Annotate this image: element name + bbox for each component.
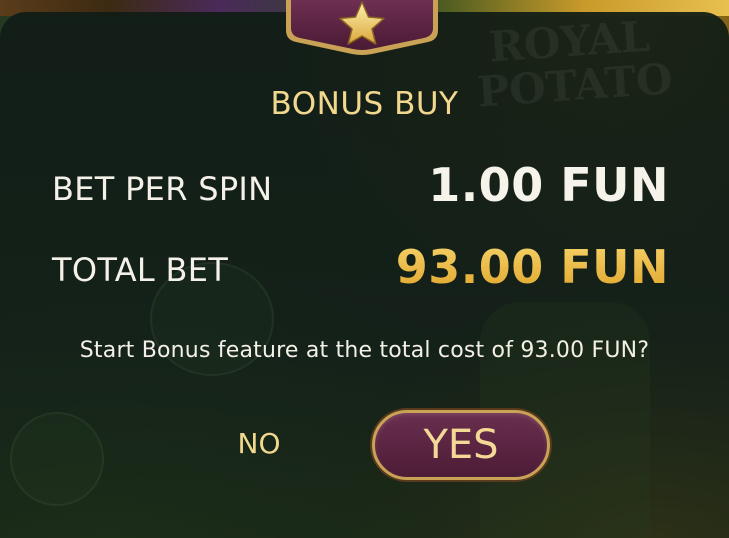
background-game-logo: ROYAL POTATO	[475, 12, 675, 117]
confirmation-question: Start Bonus feature at the total cost of…	[79, 338, 650, 363]
star-badge	[286, 0, 438, 55]
dialog-title: BONUS BUY	[270, 86, 459, 122]
bonus-buy-dialog: ROYAL POTATO BONUS BUY BET PER SPIN 1.00…	[0, 12, 729, 538]
no-button[interactable]: NO	[222, 424, 296, 464]
background-decor	[10, 412, 104, 506]
bet-per-spin-label: BET PER SPIN	[52, 170, 273, 208]
total-bet-value: 93.00 FUN	[395, 240, 669, 294]
game-screen: ROYAL POTATO BONUS BUY BET PER SPIN 1.00…	[0, 0, 729, 538]
yes-button[interactable]: YES	[372, 410, 550, 480]
total-bet-label: TOTAL BET	[52, 251, 229, 289]
bet-per-spin-value: 1.00 FUN	[428, 158, 669, 212]
